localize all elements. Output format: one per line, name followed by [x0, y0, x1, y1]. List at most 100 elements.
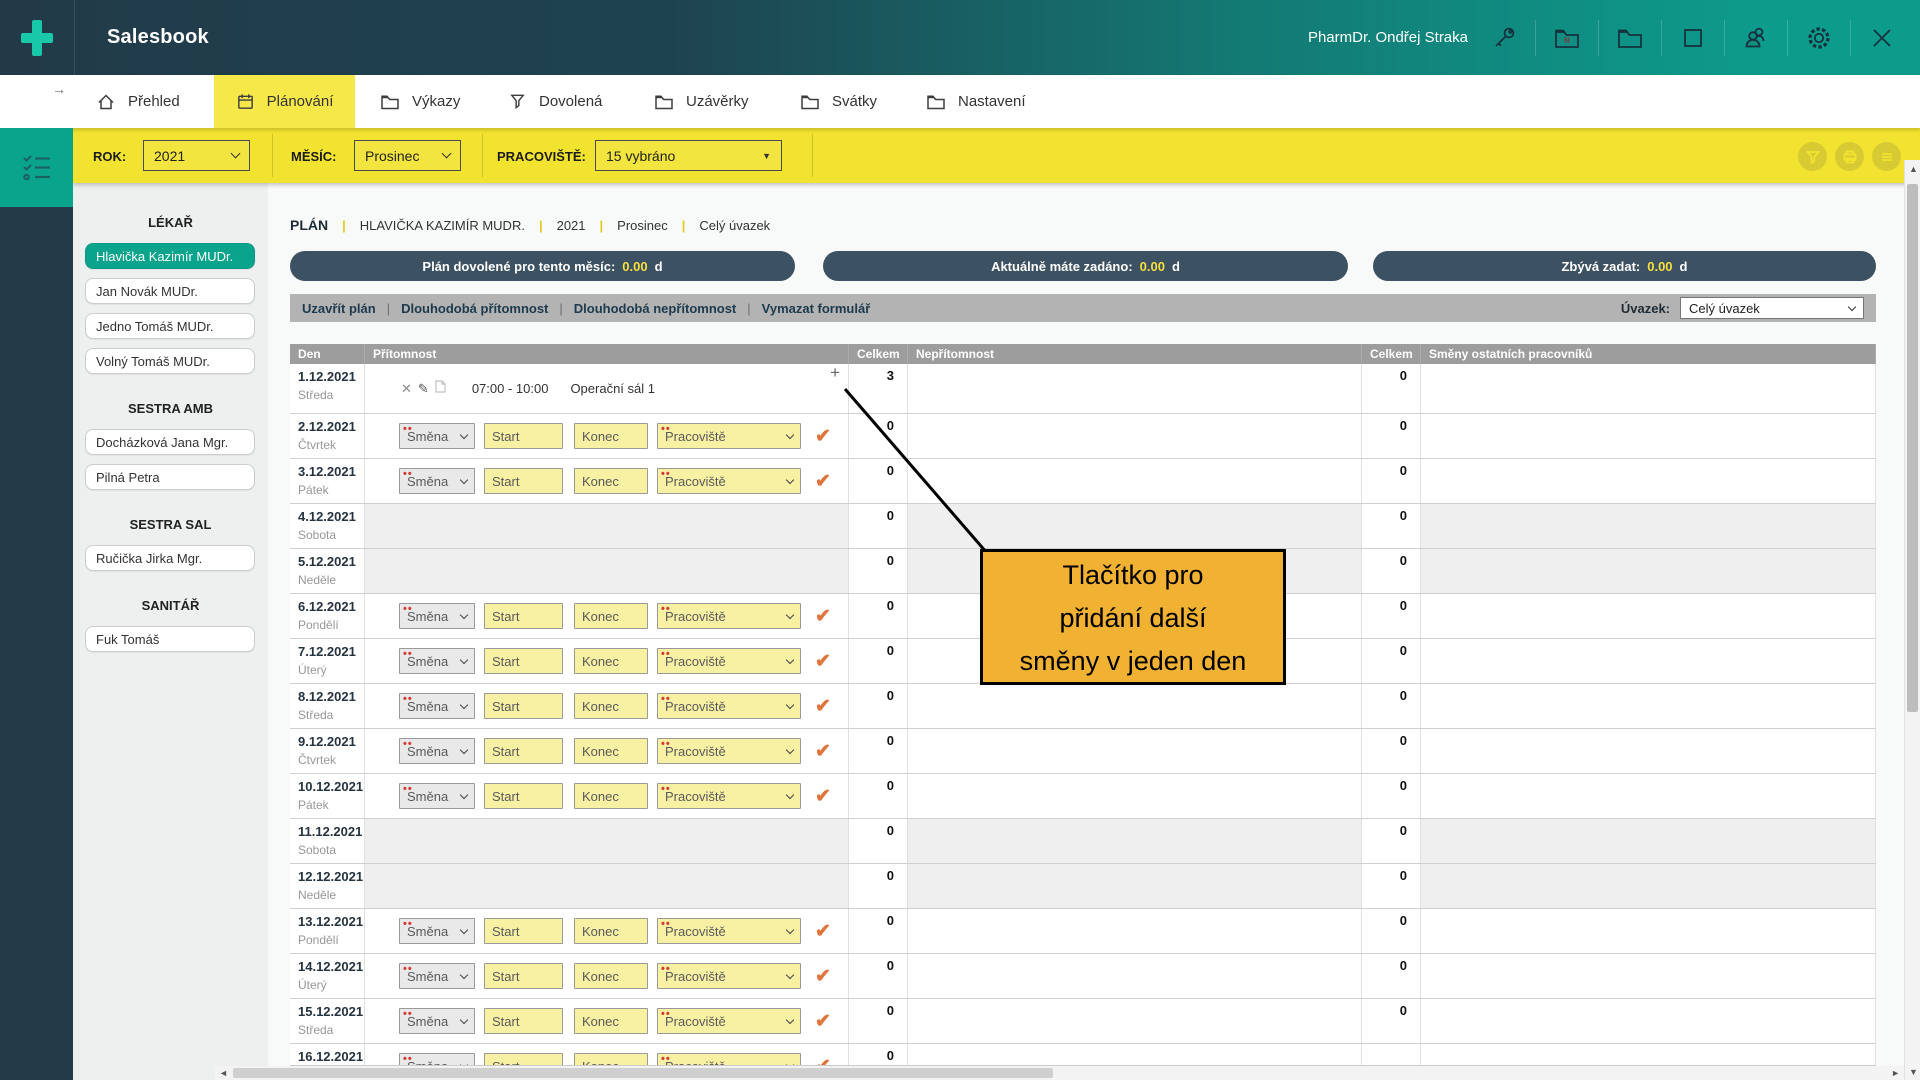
start-input[interactable]: Start — [484, 423, 563, 449]
start-input[interactable]: Start — [484, 783, 563, 809]
konec-input[interactable]: Konec — [574, 783, 648, 809]
konec-input[interactable]: Konec — [574, 1053, 648, 1066]
scroll-left-icon[interactable]: ◄ — [219, 1068, 228, 1078]
personnel-item[interactable]: Fuk Tomáš — [85, 626, 255, 652]
edit-entry-icon[interactable]: ✎ — [418, 381, 429, 397]
start-input[interactable]: Start — [484, 738, 563, 764]
pracoviste-select[interactable]: ••Pracoviště — [657, 738, 801, 764]
start-input[interactable]: Start — [484, 1008, 563, 1034]
konec-input[interactable]: Konec — [574, 738, 648, 764]
confirm-shift-button[interactable]: ✔ — [815, 650, 831, 673]
mesic-select[interactable]: Prosinec — [354, 140, 461, 171]
tab-vykazy[interactable]: Výkazy — [380, 75, 460, 128]
start-input[interactable]: Start — [484, 963, 563, 989]
start-input[interactable]: Start — [484, 1053, 563, 1066]
konec-input[interactable]: Konec — [574, 648, 648, 674]
confirm-shift-button[interactable]: ✔ — [815, 425, 831, 448]
scroll-down-icon[interactable]: ▼ — [1909, 1067, 1918, 1077]
personnel-item[interactable]: Hlavička Kazimír MUDr. — [85, 243, 255, 269]
personnel-item[interactable]: Docházková Jana Mgr. — [85, 429, 255, 455]
smena-select[interactable]: ••Směna — [399, 648, 475, 674]
horizontal-scrollbar[interactable]: ◄ ► — [215, 1066, 1904, 1080]
key-icon[interactable] — [1490, 24, 1518, 52]
confirm-shift-button[interactable]: ✔ — [815, 785, 831, 808]
folder-icon[interactable] — [1616, 24, 1644, 52]
smena-select[interactable]: ••Směna — [399, 1053, 475, 1066]
smena-select[interactable]: ••Směna — [399, 693, 475, 719]
pracoviste-select[interactable]: ••Pracoviště — [657, 468, 801, 494]
confirm-shift-button[interactable]: ✔ — [815, 605, 831, 628]
start-input[interactable]: Start — [484, 603, 563, 629]
confirm-shift-button[interactable]: ✔ — [815, 695, 831, 718]
smena-select[interactable]: ••Směna — [399, 738, 475, 764]
tab-planovani[interactable]: Plánování — [214, 75, 355, 128]
confirm-shift-button[interactable]: ✔ — [815, 1055, 831, 1067]
delete-entry-icon[interactable]: ✕ — [401, 381, 412, 397]
konec-input[interactable]: Konec — [574, 693, 648, 719]
rok-select[interactable]: 2021 — [143, 140, 250, 171]
horizontal-scrollbar-thumb[interactable] — [233, 1068, 1053, 1078]
confirm-shift-button[interactable]: ✔ — [815, 920, 831, 943]
confirm-shift-button[interactable]: ✔ — [815, 965, 831, 988]
tab-uzaverky[interactable]: Uzávěrky — [654, 75, 749, 128]
close-icon[interactable] — [1868, 24, 1896, 52]
start-input[interactable]: Start — [484, 468, 563, 494]
vertical-scrollbar[interactable]: ▲ ▼ — [1904, 160, 1920, 1080]
vertical-scrollbar-thumb[interactable] — [1907, 184, 1918, 712]
uzavrit-plan-button[interactable]: Uzavřít plán — [302, 301, 376, 316]
folder-n-icon[interactable]: N — [1553, 24, 1581, 52]
breadcrumb-person[interactable]: HLAVIČKA KAZIMÍR MUDR. — [360, 218, 525, 233]
sidebar-toggle[interactable] — [0, 128, 73, 207]
scroll-right-icon[interactable]: ► — [1891, 1068, 1900, 1078]
pracoviste-select[interactable]: ••Pracoviště — [657, 963, 801, 989]
personnel-item[interactable]: Ručička Jirka Mgr. — [85, 545, 255, 571]
smena-select[interactable]: ••Směna — [399, 783, 475, 809]
smena-select[interactable]: ••Směna — [399, 423, 475, 449]
filter-icon-button[interactable] — [1798, 142, 1827, 171]
pracoviste-select[interactable]: ••Pracoviště — [657, 693, 801, 719]
personnel-item[interactable]: Volný Tomáš MUDr. — [85, 348, 255, 374]
app-logo[interactable] — [0, 0, 75, 75]
tab-svatky[interactable]: Svátky — [800, 75, 877, 128]
users-icon[interactable] — [1742, 24, 1770, 52]
start-input[interactable]: Start — [484, 918, 563, 944]
smena-select[interactable]: ••Směna — [399, 918, 475, 944]
pracoviste-select[interactable]: ••Pracoviště — [657, 423, 801, 449]
user-name[interactable]: PharmDr. Ondřej Straka — [1308, 29, 1468, 46]
vymazat-formular-button[interactable]: Vymazat formulář — [762, 301, 871, 316]
pracoviste-select[interactable]: ••Pracoviště — [657, 1053, 801, 1066]
copy-entry-icon[interactable] — [435, 380, 446, 398]
pracoviste-select[interactable]: ••Pracoviště — [657, 918, 801, 944]
konec-input[interactable]: Konec — [574, 603, 648, 629]
confirm-shift-button[interactable]: ✔ — [815, 1010, 831, 1033]
tab-dovolena[interactable]: Dovolená — [508, 75, 602, 128]
smena-select[interactable]: ••Směna — [399, 963, 475, 989]
print-button[interactable] — [1835, 142, 1864, 171]
pracoviste-select[interactable]: ••Pracoviště — [657, 648, 801, 674]
pracoviste-select[interactable]: 15 vybráno▼ — [595, 140, 782, 171]
menu-button[interactable] — [1872, 142, 1901, 171]
confirm-shift-button[interactable]: ✔ — [815, 470, 831, 493]
uvazek-select[interactable]: Celý úvazek — [1680, 297, 1864, 319]
smena-select[interactable]: ••Směna — [399, 603, 475, 629]
personnel-item[interactable]: Jedno Tomáš MUDr. — [85, 313, 255, 339]
breadcrumb-month[interactable]: Prosinec — [617, 218, 668, 233]
start-input[interactable]: Start — [484, 648, 563, 674]
personnel-item[interactable]: Pilná Petra — [85, 464, 255, 490]
dlouhodoba-pritomnost-button[interactable]: Dlouhodobá přítomnost — [401, 301, 548, 316]
konec-input[interactable]: Konec — [574, 423, 648, 449]
pracoviste-select[interactable]: ••Pracoviště — [657, 1008, 801, 1034]
tab-prehled[interactable]: Přehled — [96, 75, 180, 128]
start-input[interactable]: Start — [484, 693, 563, 719]
konec-input[interactable]: Konec — [574, 1008, 648, 1034]
breadcrumb-year[interactable]: 2021 — [557, 218, 586, 233]
gear-icon[interactable] — [1805, 24, 1833, 52]
dlouhodoba-nepritomnost-button[interactable]: Dlouhodobá nepřítomnost — [574, 301, 736, 316]
confirm-shift-button[interactable]: ✔ — [815, 740, 831, 763]
scroll-up-icon[interactable]: ▲ — [1909, 164, 1918, 174]
smena-select[interactable]: ••Směna — [399, 468, 475, 494]
konec-input[interactable]: Konec — [574, 468, 648, 494]
pracoviste-select[interactable]: ••Pracoviště — [657, 783, 801, 809]
konec-input[interactable]: Konec — [574, 918, 648, 944]
square-icon[interactable] — [1679, 24, 1707, 52]
